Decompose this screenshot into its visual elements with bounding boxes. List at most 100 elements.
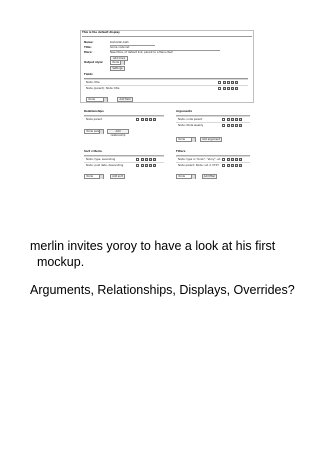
checkbox-icon[interactable]	[222, 164, 226, 168]
more-label: More:	[84, 51, 93, 54]
row-actions	[222, 124, 242, 128]
display-settings-panel	[80, 30, 254, 103]
up-arrow-icon[interactable]	[222, 81, 227, 85]
up-arrow-icon[interactable]	[226, 124, 231, 128]
row-actions	[222, 164, 242, 168]
down-arrow-icon[interactable]	[230, 118, 235, 122]
delete-icon[interactable]	[234, 81, 238, 85]
down-arrow-icon[interactable]	[144, 118, 149, 122]
row-actions	[222, 118, 242, 122]
settings-button[interactable]: Settings	[110, 65, 125, 71]
checkbox-icon[interactable]	[218, 81, 222, 85]
argument-row-label: Node: node parent	[178, 117, 203, 121]
row-actions	[136, 118, 156, 122]
caption-line-2: mockup.	[30, 255, 85, 269]
filter-select-value: Node	[178, 175, 186, 178]
row-actions	[218, 81, 238, 85]
sort-row: Node: post date, descending	[84, 162, 164, 168]
down-arrow-icon[interactable]	[226, 87, 231, 91]
sort-select[interactable]: Node	[84, 174, 104, 180]
fields-title: Fields	[84, 73, 93, 76]
more-value: New More, of default link, parent to a M…	[110, 51, 174, 54]
chevron-down-icon	[99, 130, 103, 135]
title-value: Some node list	[110, 46, 130, 49]
argument-row-label: Node: Node weekly	[178, 123, 204, 127]
edit-icon[interactable]	[148, 158, 153, 162]
up-arrow-icon[interactable]	[226, 164, 231, 168]
caption-line-3: Arguments, Relationships, Displays, Over…	[30, 283, 295, 297]
name-label: Name:	[84, 41, 94, 44]
down-arrow-icon[interactable]	[226, 81, 231, 85]
row-actions	[218, 87, 238, 91]
mockup-title: This is the default display	[82, 31, 120, 34]
up-arrow-icon[interactable]	[226, 118, 231, 122]
argument-row: Node: Node weekly	[176, 122, 250, 128]
down-arrow-icon[interactable]	[144, 158, 149, 162]
down-arrow-icon[interactable]	[230, 164, 235, 168]
delete-icon[interactable]	[152, 158, 156, 162]
field-row-label: Node: title	[86, 80, 100, 84]
chevron-down-icon	[191, 138, 195, 143]
add-field-button[interactable]: Add field	[117, 97, 133, 102]
edit-icon[interactable]	[230, 87, 235, 91]
field-type-value: Node	[88, 98, 96, 101]
delete-icon[interactable]	[238, 164, 242, 168]
name-value: blah-blah-blah	[110, 41, 129, 44]
add-filter-button[interactable]: Add filter	[202, 174, 217, 179]
add-relationship-button[interactable]: Add relationship	[107, 129, 129, 137]
add-sort-button[interactable]: Add sort	[110, 174, 125, 179]
up-arrow-icon[interactable]	[222, 87, 227, 91]
filter-row-label: Node: type in "book", "story", et..	[178, 157, 222, 161]
add-argument-button[interactable]: Add argument	[200, 137, 222, 142]
down-arrow-icon[interactable]	[144, 164, 149, 168]
down-arrow-icon[interactable]	[230, 124, 235, 128]
output-style-label: Output style:	[84, 61, 104, 64]
delete-icon[interactable]	[238, 158, 242, 162]
edit-icon[interactable]	[234, 164, 239, 168]
sort-row-label: Node: post date, descending	[86, 163, 124, 167]
delete-icon[interactable]	[152, 164, 156, 168]
edit-icon[interactable]	[148, 118, 153, 122]
checkbox-icon[interactable]	[136, 164, 140, 168]
edit-icon[interactable]	[148, 164, 153, 168]
argument-select[interactable]: Node	[176, 137, 196, 143]
row-actions	[136, 158, 156, 162]
up-arrow-icon[interactable]	[140, 164, 145, 168]
relationship-row: Node parent	[84, 116, 164, 122]
filters-title: Filters	[176, 150, 186, 153]
row-actions	[136, 164, 156, 168]
relationship-select[interactable]: Node parent	[84, 129, 104, 135]
filter-row-label: Node parent: Node: nid ≠ CTXT	[178, 163, 219, 167]
checkbox-icon[interactable]	[136, 158, 140, 162]
sort-row-label: Node: type, ascending	[86, 157, 116, 161]
up-arrow-icon[interactable]	[140, 118, 145, 122]
up-arrow-icon[interactable]	[140, 158, 145, 162]
edit-icon[interactable]	[230, 81, 235, 85]
edit-icon[interactable]	[234, 118, 239, 122]
checkbox-icon[interactable]	[222, 158, 226, 162]
edit-icon[interactable]	[234, 124, 239, 128]
delete-icon[interactable]	[234, 87, 238, 91]
checkbox-icon[interactable]	[222, 124, 226, 128]
divider	[82, 35, 252, 37]
argument-select-value: Node	[178, 138, 186, 141]
field-row: Node (parent): Node: title	[84, 85, 248, 91]
edit-icon[interactable]	[234, 158, 239, 162]
checkbox-icon[interactable]	[136, 118, 140, 122]
delete-icon[interactable]	[238, 124, 242, 128]
output-style-select[interactable]: Node	[110, 60, 125, 66]
row-actions	[222, 158, 242, 162]
up-arrow-icon[interactable]	[226, 158, 231, 162]
delete-icon[interactable]	[238, 118, 242, 122]
mockup-screenshot: This is the default display Name: blah-b…	[80, 30, 254, 220]
down-arrow-icon[interactable]	[230, 158, 235, 162]
delete-icon[interactable]	[152, 118, 156, 122]
caption-line-1: merlin invites yoroy to have a look at h…	[30, 239, 276, 253]
checkbox-icon[interactable]	[218, 87, 222, 91]
field-type-select[interactable]: Node	[86, 97, 108, 103]
field-row-label: Node (parent): Node: title	[86, 86, 120, 90]
filter-select[interactable]: Node	[176, 174, 196, 180]
checkbox-icon[interactable]	[222, 118, 226, 122]
chevron-down-icon	[103, 98, 107, 103]
filter-row: Node parent: Node: nid ≠ CTXT	[176, 162, 250, 168]
